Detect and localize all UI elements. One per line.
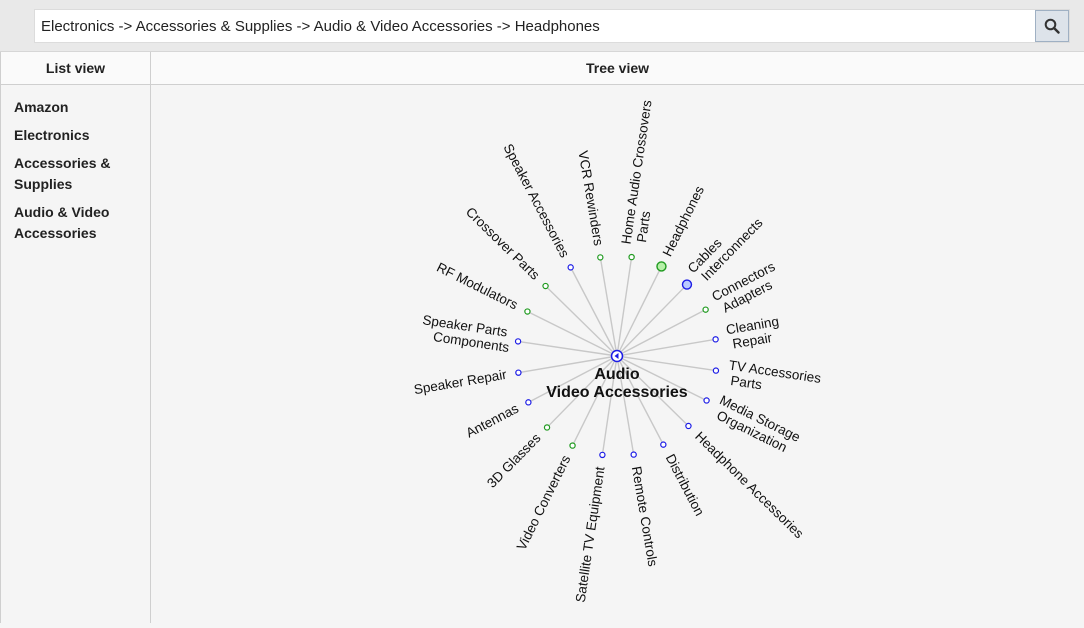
search-box	[34, 9, 1070, 43]
tree-label-cleaning-repair[interactable]: CleaningRepair	[725, 314, 783, 352]
svg-text:Home Audio CrossoversParts: Home Audio CrossoversParts	[619, 99, 670, 248]
list-item-amazon[interactable]: Amazon	[14, 97, 150, 118]
tree-label-vcr-rewinders[interactable]: VCR Rewinders	[575, 150, 606, 247]
tree-node-headphones[interactable]	[656, 261, 667, 272]
svg-text:CleaningRepair: CleaningRepair	[725, 314, 783, 352]
svg-text:Media StorageOrganization: Media StorageOrganization	[711, 392, 803, 458]
list-item-electronics[interactable]: Electronics	[14, 125, 150, 146]
tree-label-speaker-repair[interactable]: Speaker Repair	[413, 367, 508, 398]
tree-label-antennas[interactable]: Antennas	[463, 401, 521, 441]
tree-node-antennas[interactable]	[525, 399, 532, 406]
tree-label-tv-accessories-parts[interactable]: TV AccessoriesParts	[726, 358, 823, 401]
svg-text:VCR Rewinders: VCR Rewinders	[575, 150, 606, 247]
list-item-audio-video-accessories[interactable]: Audio & Video Accessories	[14, 202, 150, 244]
tree-node-speaker-parts-components[interactable]	[514, 338, 522, 345]
tree-label-speaker-parts-components[interactable]: Speaker PartsComponents	[419, 312, 512, 355]
svg-text:Headphones: Headphones	[660, 183, 708, 258]
tree-label-media-storage-organization[interactable]: Media StorageOrganization	[711, 392, 803, 458]
svg-text:Distribution: Distribution	[663, 452, 708, 519]
svg-text:Crossover Parts: Crossover Parts	[463, 204, 543, 283]
tree-label-crossover-parts[interactable]: Crossover Parts	[463, 204, 543, 283]
tree-label-rf-modulators[interactable]: RF Modulators	[434, 260, 520, 313]
svg-text:3D Glasses: 3D Glasses	[484, 430, 544, 491]
list-view-panel: List view Amazon Electronics Accessories…	[0, 52, 151, 623]
list-item-accessories-supplies[interactable]: Accessories & Supplies	[14, 153, 150, 195]
tree-node-cleaning-repair[interactable]	[712, 336, 719, 343]
tree-label-3d-glasses[interactable]: 3D Glasses	[484, 430, 544, 491]
tree-label-remote-controls[interactable]: Remote Controls	[629, 465, 661, 568]
tree-node-satellite-tv-equipment[interactable]	[599, 451, 606, 459]
tree-node-crossover-parts[interactable]	[542, 282, 549, 290]
svg-text:TV AccessoriesParts: TV AccessoriesParts	[726, 358, 823, 401]
tree-label-home-audio-crossovers-parts[interactable]: Home Audio CrossoversParts	[619, 99, 670, 248]
svg-text:Speaker PartsComponents: Speaker PartsComponents	[419, 312, 512, 355]
svg-text:Remote Controls: Remote Controls	[629, 465, 661, 568]
tree-node-rf-modulators[interactable]	[524, 308, 531, 315]
tree-node-video-converters[interactable]	[569, 442, 576, 449]
tree-node-distribution[interactable]	[660, 441, 667, 448]
tree-node-tv-accessories-parts[interactable]	[712, 367, 720, 374]
tree-node-remote-controls[interactable]	[630, 451, 637, 458]
tree-node-cables-interconnects[interactable]	[681, 279, 693, 290]
svg-text:RF Modulators: RF Modulators	[434, 260, 520, 313]
tree-node-speaker-repair[interactable]	[515, 369, 522, 376]
tree-label-headphone-accessories[interactable]: Headphone Accessories	[692, 429, 807, 542]
search-input[interactable]	[35, 10, 1033, 42]
list-view-items: Amazon Electronics Accessories & Supplie…	[1, 85, 150, 244]
tree-node-home-audio-crossovers-parts[interactable]	[628, 253, 635, 261]
svg-text:Video Converters: Video Converters	[514, 453, 574, 553]
tree-label-satellite-tv-equipment[interactable]: Satellite TV Equipment	[573, 465, 608, 603]
tree-center-label: Audio Video Accessories	[546, 366, 688, 401]
tree-diagram: Home Audio CrossoversParts HeadphonesCabl…	[413, 99, 823, 604]
search-button[interactable]	[1035, 10, 1069, 42]
svg-text:Headphone Accessories: Headphone Accessories	[692, 429, 807, 542]
tree-view-header: Tree view	[151, 52, 1084, 85]
top-bar	[0, 0, 1084, 52]
tree-node-vcr-rewinders[interactable]	[597, 254, 604, 261]
tree-node-speaker-accessories[interactable]	[567, 264, 574, 271]
tree-label-video-converters[interactable]: Video Converters	[514, 453, 574, 553]
svg-text:Speaker Repair: Speaker Repair	[413, 367, 508, 398]
svg-text:Satellite TV Equipment: Satellite TV Equipment	[573, 465, 608, 603]
tree-node-headphone-accessories[interactable]	[685, 422, 692, 430]
tree-view-panel: Tree view Home Audio CrossoversParts Head…	[151, 52, 1084, 623]
tree-node-connectors-adapters[interactable]	[702, 306, 709, 313]
search-icon	[1044, 18, 1060, 34]
tree-node-media-storage-organization[interactable]	[703, 397, 710, 404]
list-view-header: List view	[1, 52, 150, 85]
tree-label-distribution[interactable]: Distribution	[663, 452, 708, 519]
tree-label-headphones[interactable]: Headphones	[660, 183, 708, 258]
svg-text:Antennas: Antennas	[463, 401, 521, 441]
tree-node-3d-glasses[interactable]	[543, 424, 551, 431]
